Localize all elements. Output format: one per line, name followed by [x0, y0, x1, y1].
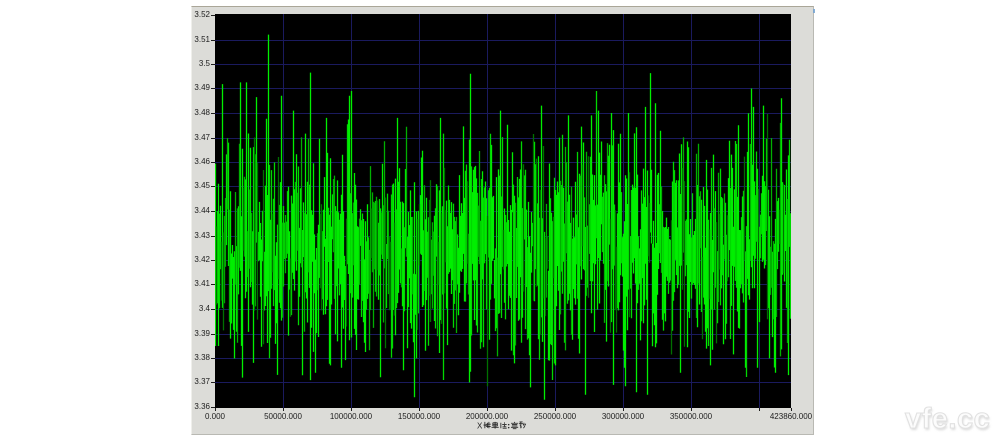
svg-text:X: X — [477, 422, 483, 431]
